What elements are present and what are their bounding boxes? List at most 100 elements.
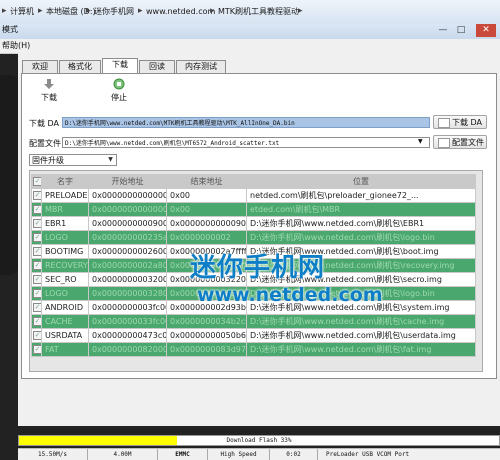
breadcrumb-separator-icon: ▸ xyxy=(138,6,143,16)
file-location[interactable]: netded.com\刷机包\preloader_gionee72_... xyxy=(246,188,476,203)
file-location[interactable]: D:\迷你手机网\www.netded.com\刷机包\cache.img xyxy=(246,314,476,329)
tab-memory-test[interactable]: 内存测试 xyxy=(176,60,226,73)
row-checkbox-cell[interactable]: ✓ xyxy=(31,342,42,357)
close-button[interactable]: ✕ xyxy=(476,24,496,37)
row-checkbox-cell[interactable]: ✓ xyxy=(31,328,42,343)
table-row[interactable]: ✓FAT0x00000000820000000x0000000083d97fff… xyxy=(31,342,476,357)
maximize-button[interactable]: □ xyxy=(454,24,468,37)
table-row[interactable]: ✓PRELOADER0x00000000000000000x00netded.c… xyxy=(31,188,476,203)
row-checkbox-cell[interactable]: ✓ xyxy=(31,216,42,231)
breadcrumb-computer[interactable]: 计算机 xyxy=(10,0,34,23)
row-checkbox[interactable]: ✓ xyxy=(33,275,41,284)
header-begin-address: 开始地址 xyxy=(88,174,167,189)
download-tool-button[interactable]: 下载 xyxy=(34,78,64,103)
tab-download[interactable]: 下载 xyxy=(102,58,138,74)
breadcrumb-separator-icon: ▸ xyxy=(38,6,43,16)
scatter-file-button-label: 配置文件 xyxy=(452,138,484,147)
row-checkbox-cell[interactable]: ✓ xyxy=(31,286,42,301)
breadcrumb-separator-icon: ▸ xyxy=(210,6,215,16)
tab-readback[interactable]: 回读 xyxy=(139,60,175,73)
partition-name: PRELOADER xyxy=(41,188,89,203)
select-all-checkbox[interactable]: ✓ xyxy=(33,177,41,186)
begin-address: 0x0000000002a80000 xyxy=(88,258,167,273)
end-address: 0x0000000034b2c0d7 xyxy=(166,314,247,329)
scatter-dropdown-arrow-icon[interactable]: ▼ xyxy=(418,138,423,145)
address-bar[interactable]: ▸ 计算机 ▸ 本地磁盘 (D:) ▸ 迷你手机网 ▸ www.netded.c… xyxy=(0,0,500,24)
tab-format[interactable]: 格式化 xyxy=(59,60,101,73)
table-row[interactable]: ✓MBR0x00000000000000000x00etded.com\刷机包\… xyxy=(31,202,476,217)
table-row[interactable]: ✓LOGO0x000000000235a0000x0000000002D:\迷你… xyxy=(31,230,476,245)
row-checkbox[interactable]: ✓ xyxy=(33,289,41,298)
file-location[interactable]: D:\迷你手机网\www.netded.com\刷机包\userdata.img xyxy=(246,328,476,343)
row-checkbox[interactable]: ✓ xyxy=(33,345,41,354)
row-checkbox[interactable]: ✓ xyxy=(33,261,41,270)
download-mode-value: 固件升级 xyxy=(32,156,64,165)
row-checkbox-cell[interactable]: ✓ xyxy=(31,314,42,329)
row-checkbox-cell[interactable]: ✓ xyxy=(31,300,42,315)
row-checkbox[interactable]: ✓ xyxy=(33,303,41,312)
download-agent-button-label: 下载 DA xyxy=(452,118,483,127)
row-checkbox-cell[interactable]: ✓ xyxy=(31,230,42,245)
table-row[interactable]: ✓USRDATA0x00000000473c00000x00000000050b… xyxy=(31,328,476,343)
partition-name: FAT xyxy=(41,342,89,357)
begin-address: 0x0000000003200000 xyxy=(88,272,167,287)
breadcrumb-mtk-tools[interactable]: MTK刷机工具教程驱动 xyxy=(218,0,299,23)
file-location[interactable]: D:\迷你手机网\www.netded.com\刷机包\fat.img xyxy=(246,342,476,357)
row-checkbox-cell[interactable]: ✓ xyxy=(31,258,42,273)
download-panel: 下载 停止 下载 DA D:\迷你手机网\www.netded.com\MTK刷… xyxy=(21,73,497,379)
download-agent-button[interactable]: 下载 DA xyxy=(433,115,487,129)
table-row[interactable]: ✓CACHE0x0000000033fc00000x0000000034b2c0… xyxy=(31,314,476,329)
end-address: 0x0000000083d97fff xyxy=(166,342,247,357)
row-checkbox[interactable]: ✓ xyxy=(33,205,41,214)
window-titlebar: 模式 xyxy=(0,23,500,39)
status-speed: 15.50M/s xyxy=(18,449,88,460)
folder-icon xyxy=(438,138,450,148)
end-address: 0x0000000002 xyxy=(166,230,247,245)
begin-address: 0x0000000003280000 xyxy=(88,286,167,301)
tab-welcome[interactable]: 欢迎 xyxy=(22,60,58,73)
partition-name: CACHE xyxy=(41,314,89,329)
row-checkbox[interactable]: ✓ xyxy=(33,247,41,256)
download-agent-label: 下载 DA xyxy=(29,119,60,128)
begin-address: 0x0000000000900000 xyxy=(88,216,167,231)
breadcrumb-separator-icon: ▸ xyxy=(298,6,303,16)
download-agent-path[interactable]: D:\迷你手机网\www.netded.com\MTK刷机工具教程驱动\MTK_… xyxy=(62,117,430,128)
header-checkbox[interactable]: ✓ xyxy=(31,174,42,189)
row-checkbox[interactable]: ✓ xyxy=(33,331,41,340)
table-row[interactable]: ✓EBR10x00000000009000000x000000000009001… xyxy=(31,216,476,231)
breadcrumb-netded[interactable]: www.netded.com xyxy=(146,0,215,23)
file-location[interactable]: etded.com\刷机包\MBR xyxy=(246,202,476,217)
begin-address: 0x0000000000000000 xyxy=(88,202,167,217)
menu-help[interactable]: 帮助(H) xyxy=(2,40,30,51)
header-name: 名字 xyxy=(41,174,89,189)
file-location[interactable]: D:\迷你手机网\www.netded.com\刷机包\logo.bin xyxy=(246,230,476,245)
partition-name: LOGO xyxy=(41,230,89,245)
download-tool-label: 下载 xyxy=(41,93,57,102)
scatter-file-button[interactable]: 配置文件 xyxy=(433,135,487,149)
begin-address: 0x00000000473c0000 xyxy=(88,328,167,343)
minimize-button[interactable]: — xyxy=(436,24,450,37)
begin-address: 0x000000000235a000 xyxy=(88,230,167,245)
begin-address: 0x0000000082000000 xyxy=(88,342,167,357)
row-checkbox-cell[interactable]: ✓ xyxy=(31,244,42,259)
row-checkbox-cell[interactable]: ✓ xyxy=(31,272,42,287)
background-window-edge xyxy=(0,75,18,275)
breadcrumb-mini-phone-net[interactable]: 迷你手机网 xyxy=(94,0,134,23)
scatter-file-path[interactable]: D:\迷你手机网\www.netded.com\刷机包\MT6572_Andro… xyxy=(62,137,430,148)
row-checkbox[interactable]: ✓ xyxy=(33,191,41,200)
menu-bar: 帮助(H) xyxy=(0,39,500,54)
stop-tool-button[interactable]: 停止 xyxy=(104,78,134,103)
begin-address: 0x0000000002600000 xyxy=(88,244,167,259)
row-checkbox[interactable]: ✓ xyxy=(33,233,41,242)
progress-text: Download Flash 33% xyxy=(226,437,292,444)
status-size: 4.00M xyxy=(88,449,158,460)
row-checkbox[interactable]: ✓ xyxy=(33,317,41,326)
row-checkbox[interactable]: ✓ xyxy=(33,219,41,228)
row-checkbox-cell[interactable]: ✓ xyxy=(31,188,42,203)
stop-icon xyxy=(113,78,125,90)
row-checkbox-cell[interactable]: ✓ xyxy=(31,202,42,217)
partition-name: BOOTIMG xyxy=(41,244,89,259)
download-arrow-icon xyxy=(44,79,54,89)
file-location[interactable]: D:\迷你手机网\www.netded.com\刷机包\EBR1 xyxy=(246,216,476,231)
download-mode-select[interactable]: 固件升级 ▼ xyxy=(29,154,117,166)
